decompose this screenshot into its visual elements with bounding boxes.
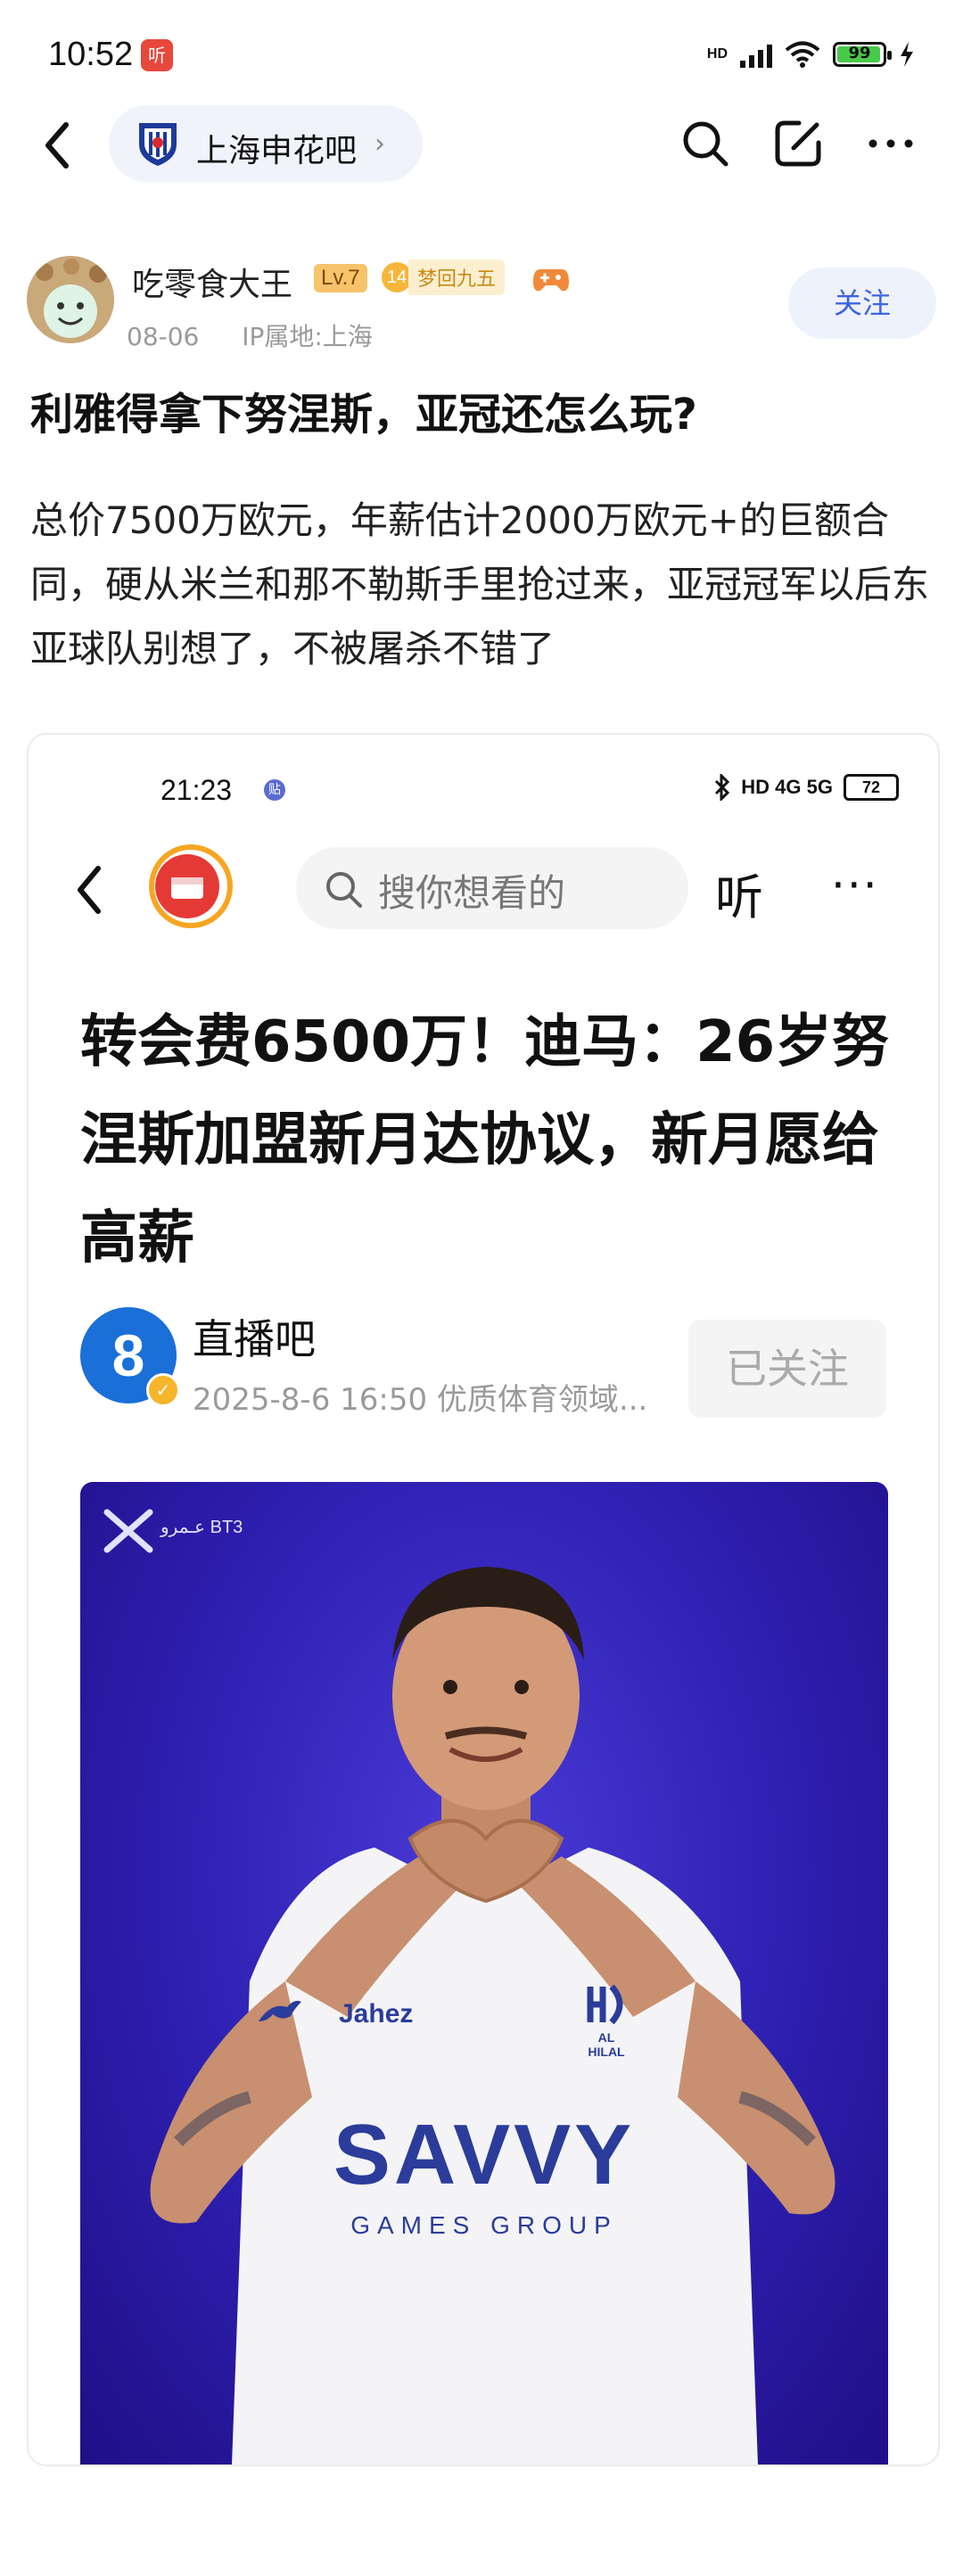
post-body: 总价7500万欧元，年薪估计2000万欧元+的巨额合同，硬从米兰和那不勒斯手里抢… (30, 498, 930, 671)
source-name: 直播吧 (193, 1315, 316, 1363)
status-time: 10:52 (48, 36, 134, 73)
edit-icon[interactable] (772, 118, 824, 169)
fan-title: 梦回九五 (408, 259, 506, 295)
more-icon[interactable] (865, 118, 917, 169)
follow-button[interactable]: 关注 (788, 267, 936, 339)
battery-icon: 99 (833, 42, 892, 67)
embedded-screenshot[interactable]: 21:23 贴 HD 4G 5G 72 搜你想看的 听 ··· 转会费6500万… (27, 733, 940, 2466)
hilal-crest-icon (587, 1984, 623, 2025)
embedded-following-button: 已关注 (688, 1320, 886, 1418)
embedded-status-dot: 贴 (264, 779, 285, 801)
embedded-app-icon (149, 844, 233, 928)
player-illustration (150, 1567, 835, 2465)
post-title: 利雅得拿下努涅斯，亚冠还怎么玩? (30, 390, 697, 440)
search-icon[interactable] (679, 118, 731, 169)
shenhua-logo-icon (139, 123, 177, 166)
fan-level: 14 (382, 262, 412, 292)
embedded-listen-label: 听 (715, 869, 763, 926)
ip-location: IP属地:上海 (242, 322, 373, 351)
listen-app-icon: 听 (141, 39, 173, 71)
club-crest: AL HILAL (580, 1981, 633, 2059)
hd-label: HD (706, 46, 728, 62)
source-meta: 2025-8-6 16:50 优质体育领域... (193, 1382, 648, 1418)
sponsor-subtitle: GAMES GROUP (350, 2211, 618, 2239)
embedded-more-icon: ··· (831, 860, 879, 911)
chest-brand: Jahez (339, 1999, 414, 2029)
sponsor-name: SAVVY (333, 2107, 636, 2202)
chevron-right-icon: › (374, 128, 385, 160)
level-badge: Lv.7 (314, 264, 367, 292)
embedded-search-icon (326, 872, 362, 908)
gamepad-icon (533, 269, 569, 292)
avatar[interactable] (27, 256, 114, 343)
embedded-back-icon (78, 866, 101, 914)
wifi-icon (785, 41, 820, 68)
embedded-network: HD 4G 5G (741, 776, 833, 798)
charging-icon (901, 42, 913, 67)
post-date: 08-06 (127, 322, 200, 351)
fan-badge: 14 梦回九五 (382, 259, 506, 295)
forum-name[interactable]: 上海申花吧 (196, 125, 357, 171)
back-icon[interactable] (36, 114, 80, 177)
embedded-battery-level: 72 (861, 778, 881, 796)
battery-level: 99 (848, 44, 871, 62)
author-name[interactable]: 吃零食大王 (132, 259, 292, 305)
post-meta: 08-06 IP属地:上海 (127, 317, 373, 353)
verified-badge-icon: ✓ (146, 1373, 180, 1407)
embedded-status-indicators: HD 4G 5G 72 (714, 774, 899, 801)
embedded-battery-icon: 72 (844, 774, 899, 801)
signal-icon (740, 41, 772, 68)
player-photo: عـمرو BT3 Jahez AL HILAL SAVVY GAMES GRO… (80, 1482, 888, 2465)
bluetooth-icon (715, 774, 730, 801)
embedded-search-placeholder: 搜你想看的 (378, 871, 566, 915)
status-indicators: HD 99 (707, 39, 915, 70)
embedded-status-time: 21:23 (160, 774, 233, 806)
avatar-face-icon (27, 256, 114, 343)
puma-logo-icon (259, 2000, 301, 2021)
club-crest-text: AL HILAL (588, 2030, 625, 2059)
embedded-headline: 转会费6500万！迪马：26岁努涅斯加盟新月达协议，新月愿给高薪 (80, 1009, 890, 1272)
